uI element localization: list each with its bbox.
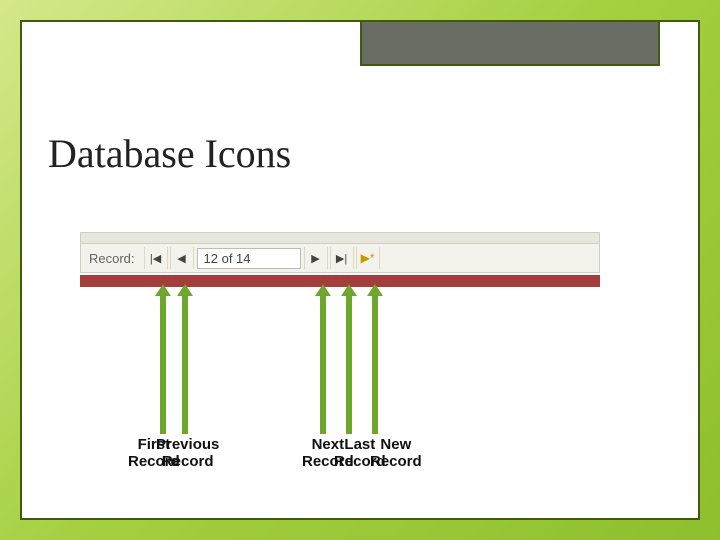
previous-record-icon[interactable]: ◀ xyxy=(170,247,194,269)
nav-top-shade xyxy=(80,232,600,243)
last-record-icon[interactable]: ▶| xyxy=(330,247,354,269)
arrow-new xyxy=(372,294,378,434)
arrow-first xyxy=(160,294,166,434)
record-navigator: Record: |◀ ◀ 12 of 14 ▶ ▶| ▶* xyxy=(80,232,600,287)
callout-previous: PreviousRecord xyxy=(156,436,219,471)
callout-new: NewRecord xyxy=(370,436,422,471)
next-record-icon[interactable]: ▶ xyxy=(304,247,328,269)
new-record-icon[interactable]: ▶* xyxy=(356,247,380,269)
slide-title: Database Icons xyxy=(48,130,291,177)
nav-label: Record: xyxy=(81,251,143,266)
record-count: 12 of 14 xyxy=(197,248,301,269)
arrow-last xyxy=(346,294,352,434)
title-tab xyxy=(360,20,660,66)
arrow-next xyxy=(320,294,326,434)
slide: Database Icons Record: |◀ ◀ 12 of 14 ▶ ▶… xyxy=(0,0,720,540)
arrow-previous xyxy=(182,294,188,434)
nav-bar: Record: |◀ ◀ 12 of 14 ▶ ▶| ▶* xyxy=(80,243,600,273)
first-record-icon[interactable]: |◀ xyxy=(144,247,168,269)
